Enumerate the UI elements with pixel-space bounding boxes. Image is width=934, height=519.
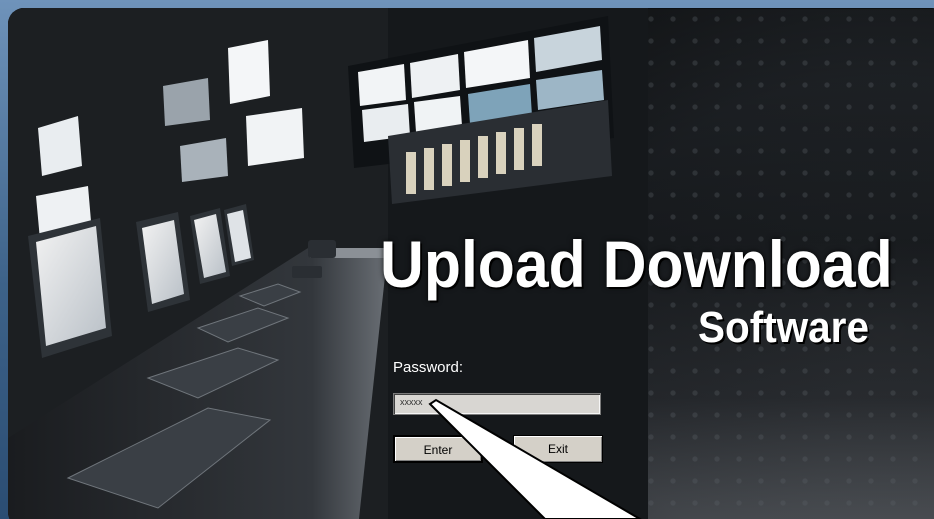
- splash-window: Upload Download Software Password: xxxxx…: [0, 0, 934, 519]
- app-title: Upload Download: [380, 227, 893, 301]
- exit-button[interactable]: Exit: [513, 435, 603, 463]
- enter-button[interactable]: Enter: [393, 435, 483, 463]
- password-field[interactable]: xxxxx: [393, 393, 601, 415]
- password-label: Password:: [393, 359, 464, 376]
- app-subtitle: Software: [698, 303, 869, 352]
